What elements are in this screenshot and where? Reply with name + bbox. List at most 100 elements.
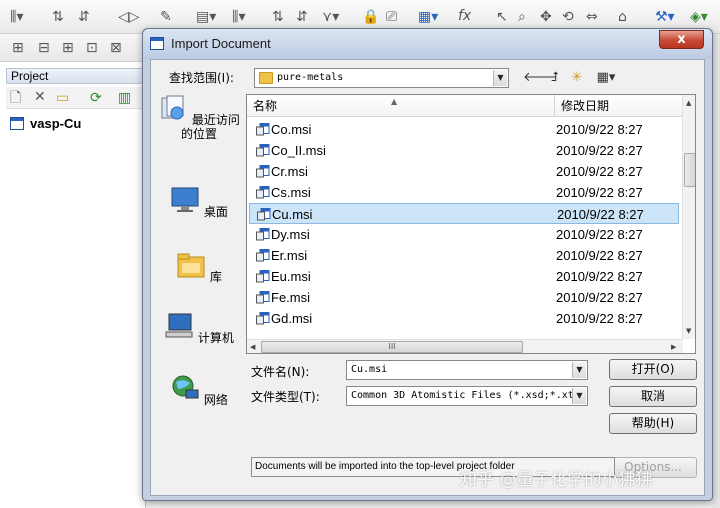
cancel-button[interactable]: 取消	[609, 386, 697, 407]
scroll-left-icon[interactable]: ◀	[250, 343, 255, 351]
file-list: 名称 ▲ 修改日期 Co.msi 2010/9/22 8:27 Co_II.msi 2…	[246, 94, 696, 354]
msi-file-icon	[256, 270, 270, 283]
msi-file-icon	[256, 249, 270, 262]
look-in-combo[interactable]: pure-metals ▼	[254, 68, 509, 88]
toolbar-draw-icon[interactable]: ✎	[160, 10, 172, 24]
filename-value: Cu.msi	[351, 364, 388, 375]
file-row[interactable]: Co_II.msi 2010/9/22 8:27	[249, 140, 679, 161]
toolbar-unlock-icon[interactable]: ⎚	[386, 10, 397, 24]
delete-icon[interactable]: ✕	[34, 90, 46, 104]
file-row[interactable]: Er.msi 2010/9/22 8:27	[249, 245, 679, 266]
scroll-up-icon[interactable]: ▲	[686, 99, 691, 107]
toolbar-table4-icon[interactable]: ⊡	[86, 41, 98, 55]
book-icon[interactable]: ▥	[118, 91, 131, 105]
file-date: 2010/9/22 8:27	[557, 207, 644, 222]
chevron-down-icon[interactable]: ▼	[493, 70, 507, 86]
file-row[interactable]: Fe.msi 2010/9/22 8:27	[249, 287, 679, 308]
back-arrow-icon[interactable]: 🡐	[523, 69, 558, 87]
toolbar-filter-icon[interactable]: ⋎▾	[322, 10, 339, 24]
project-panel: Project 🗋 ✕ ▭ ⟳ ▥ vasp-Cu	[0, 62, 146, 508]
toolbar-prev-icon[interactable]: ◁▷	[118, 10, 140, 24]
place-desktop[interactable]: 桌面	[157, 186, 241, 219]
dialog-title: Import Document	[171, 36, 271, 51]
place-computer[interactable]: 计算机	[157, 312, 241, 345]
toolbar-sort2-icon[interactable]: ⇅	[272, 10, 284, 24]
toolbar-sort-desc-icon[interactable]: ⇵	[78, 10, 90, 24]
place-libraries[interactable]: 库	[157, 251, 241, 284]
toolbar-table3-icon[interactable]: ⊞	[62, 41, 74, 55]
toolbar-zoom-icon[interactable]: ⌕	[518, 10, 526, 24]
project-tree-item[interactable]: vasp-Cu	[10, 114, 81, 132]
file-date: 2010/9/22 8:27	[556, 143, 643, 158]
up-folder-icon[interactable]: ⮥	[545, 69, 565, 87]
file-date: 2010/9/22 8:27	[556, 122, 643, 137]
look-in-label: 查找范围(I):	[169, 71, 234, 85]
toolbar-translate-icon[interactable]: ⇔	[586, 10, 598, 24]
view-menu-icon[interactable]: ▦▾	[591, 69, 621, 87]
file-name: Cs.msi	[271, 185, 311, 200]
dialog-title-bar[interactable]: Import Document x	[143, 29, 712, 59]
filename-combo[interactable]: Cu.msi ▼	[346, 360, 588, 380]
msi-file-icon	[256, 228, 270, 241]
toolbar-matrix-icon[interactable]: ▦▾	[418, 10, 438, 24]
scroll-right-icon[interactable]: ▶	[671, 343, 676, 351]
toolbar-function-icon[interactable]: fx	[458, 9, 471, 23]
navigation-buttons: 🡐 ⮥ ✳ ▦▾	[523, 69, 633, 87]
watermark-text: 知乎 @量子化学的小狒狒	[460, 470, 653, 490]
toolbar-sort3-icon[interactable]: ⇵	[296, 10, 308, 24]
folder-icon[interactable]: ▭	[56, 91, 69, 105]
toolbar-pointer-icon[interactable]: ↖	[496, 10, 508, 24]
file-name: Gd.msi	[271, 311, 313, 326]
file-row[interactable]: Cr.msi 2010/9/22 8:27	[249, 161, 679, 182]
toolbar-grid-icon[interactable]: ⫼▾	[10, 10, 23, 24]
new-document-icon[interactable]: 🗋	[10, 91, 21, 105]
toolbar-columns-icon[interactable]: ⫼▾	[232, 10, 245, 24]
toolbar-move-icon[interactable]: ✥	[540, 10, 552, 24]
toolbar-module-icon[interactable]: ◈▾	[690, 10, 708, 24]
msi-file-icon	[256, 312, 270, 325]
file-row[interactable]: Co.msi 2010/9/22 8:27	[249, 119, 679, 140]
toolbar-table-icon[interactable]: ⊞	[12, 41, 24, 55]
look-in-value: pure-metals	[277, 72, 344, 83]
file-name: Co_II.msi	[271, 143, 326, 158]
place-recent[interactable]: 最近访问的位置	[157, 94, 241, 141]
vertical-scrollbar[interactable]: ▲ ▼	[682, 95, 695, 339]
file-date: 2010/9/22 8:27	[556, 185, 643, 200]
toolbar-table2-icon[interactable]: ⊟	[38, 41, 50, 55]
horizontal-scroll-thumb[interactable]: III	[261, 341, 523, 353]
close-button[interactable]: x	[659, 30, 704, 49]
libraries-icon	[177, 253, 205, 278]
sort-ascending-icon: ▲	[391, 97, 398, 106]
file-name: Cr.msi	[271, 164, 308, 179]
column-date-label: 修改日期	[561, 99, 610, 113]
toolbar-lock-icon[interactable]: 🔒	[362, 10, 379, 24]
column-header-name[interactable]: 名称 ▲	[247, 95, 555, 117]
horizontal-scrollbar[interactable]: ◀ III ▶	[247, 339, 683, 353]
vertical-scroll-thumb[interactable]	[684, 153, 695, 187]
dialog-client-area: 查找范围(I): pure-metals ▼ 🡐 ⮥ ✳ ▦▾ 最近访问的位置	[150, 59, 705, 496]
place-network[interactable]: 网络	[157, 374, 241, 407]
file-name: Co.msi	[271, 122, 312, 137]
toolbar-tools-icon[interactable]: ⚒▾	[655, 10, 675, 24]
file-name: Dy.msi	[271, 227, 310, 242]
toolbar-rotate-icon[interactable]: ⟲	[562, 10, 574, 24]
file-row[interactable]: Eu.msi 2010/9/22 8:27	[249, 266, 679, 287]
scroll-down-icon[interactable]: ▼	[686, 327, 691, 335]
toolbar-home-icon[interactable]: ⌂	[618, 10, 627, 24]
file-row[interactable]: Gd.msi 2010/9/22 8:27	[249, 308, 679, 329]
chevron-down-icon[interactable]: ▼	[572, 362, 586, 378]
file-row[interactable]: Dy.msi 2010/9/22 8:27	[249, 224, 679, 245]
file-row[interactable]: Cs.msi 2010/9/22 8:27	[249, 182, 679, 203]
filetype-select[interactable]: Common 3D Atomistic Files (*.xsd;*.xt ▼	[346, 386, 588, 406]
help-button[interactable]: 帮助(H)	[609, 413, 697, 434]
chevron-down-icon[interactable]: ▼	[572, 388, 586, 404]
toolbar-sort-asc-icon[interactable]: ⇅	[52, 10, 64, 24]
toolbar-table5-icon[interactable]: ⊠	[110, 41, 122, 55]
refresh-icon[interactable]: ⟳	[90, 91, 102, 105]
column-header-date[interactable]: 修改日期	[555, 95, 683, 117]
toolbar-align-icon[interactable]: ▤▾	[196, 10, 216, 24]
new-folder-icon[interactable]: ✳	[567, 69, 587, 87]
network-icon	[172, 375, 199, 399]
open-button[interactable]: 打开(O)	[609, 359, 697, 380]
file-row[interactable]: Cu.msi 2010/9/22 8:27	[249, 203, 679, 224]
